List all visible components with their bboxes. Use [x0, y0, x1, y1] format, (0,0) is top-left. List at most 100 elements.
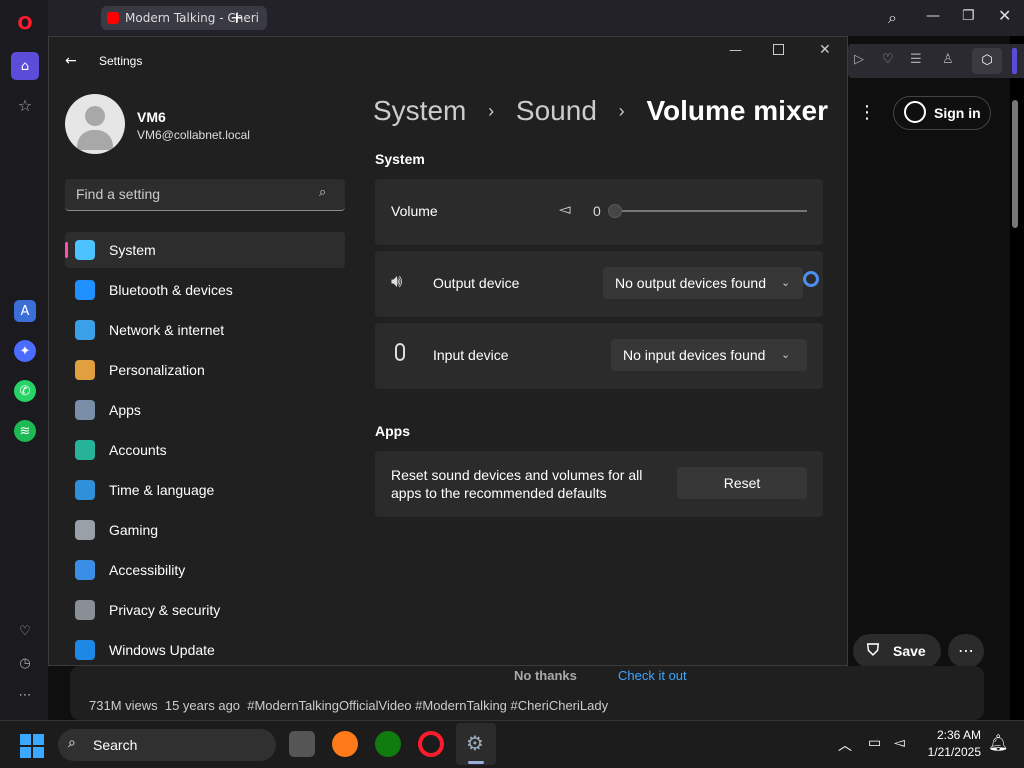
nav-item-personalization[interactable]: Personalization [65, 352, 345, 388]
nav-icon [75, 240, 95, 260]
settings-app-active[interactable]: ⚙ [456, 723, 496, 765]
check-it-out-link[interactable]: Check it out [618, 668, 687, 683]
reset-text-line-2: apps to the recommended defaults [391, 485, 607, 501]
settings-window: ← Settings — ✕ VM6 VM6@collabnet.local F… [48, 36, 848, 666]
output-device-dropdown[interactable]: No output devices found ⌄ [603, 267, 803, 299]
start-tile [20, 734, 31, 745]
nav-item-gaming[interactable]: Gaming [65, 512, 345, 548]
minimize-icon[interactable]: — [926, 8, 940, 24]
notification-bell-icon[interactable]: 🔔︎ [988, 733, 1008, 752]
start-icon[interactable] [20, 734, 44, 758]
nav-item-label: Accounts [109, 442, 167, 458]
close-icon[interactable]: ✕ [998, 6, 1011, 25]
nav-item-label: Bluetooth & devices [109, 282, 233, 298]
scrollbar-thumb[interactable] [1012, 100, 1018, 228]
breadcrumb-system[interactable]: System [373, 95, 466, 126]
home-icon[interactable]: ⌂ [11, 52, 39, 80]
heart-icon[interactable]: ♡ [882, 52, 894, 67]
input-device-value: No input devices found [623, 347, 766, 363]
nav-item-label: Accessibility [109, 562, 186, 578]
nav-icon [75, 360, 95, 380]
avatar [65, 94, 125, 154]
nav-item-system[interactable]: System [65, 232, 345, 268]
speaker-mute-icon[interactable]: ◅ [559, 200, 571, 218]
chevron-right-icon: › [618, 101, 625, 121]
start-tile [33, 734, 44, 745]
more-icon[interactable]: ⋯ [14, 684, 36, 706]
minimize-icon[interactable]: — [729, 43, 742, 58]
xbox-icon[interactable] [375, 731, 401, 757]
heart-icon[interactable]: ♡ [14, 620, 36, 642]
search-icon: ⌕ [68, 735, 76, 751]
nav-item-windows-update[interactable]: Windows Update [65, 632, 345, 668]
volume-muted-icon[interactable]: ◅ [894, 735, 905, 751]
search-icon: ⌕ [319, 185, 327, 200]
messenger-icon[interactable]: ✦ [14, 340, 36, 362]
search-input[interactable]: Find a setting ⌕ [65, 179, 345, 211]
taskbar-search-label: Search [93, 737, 138, 753]
settings-sliders-icon[interactable]: ☰ [910, 52, 922, 67]
nav-item-accessibility[interactable]: Accessibility [65, 552, 345, 588]
more-actions-icon[interactable]: ⋯ [948, 634, 984, 668]
busy-cursor-icon [803, 271, 819, 287]
nav-icon [75, 520, 95, 540]
no-thanks-button[interactable]: No thanks [514, 668, 577, 683]
back-arrow-icon[interactable]: ← [65, 53, 77, 69]
clock-date[interactable]: 1/21/2025 [920, 745, 981, 759]
nav-item-label: Apps [109, 402, 141, 418]
input-device-dropdown[interactable]: No input devices found ⌄ [611, 339, 807, 371]
nav-item-network-internet[interactable]: Network & internet [65, 312, 345, 348]
task-view-icon[interactable] [289, 731, 315, 757]
play-icon[interactable]: ▷ [854, 52, 864, 67]
opera-logo-icon[interactable]: O [14, 12, 36, 34]
clock-time[interactable]: 2:36 AM [926, 728, 981, 742]
nav-icon [75, 560, 95, 580]
profile-icon[interactable]: ♙ [942, 52, 954, 67]
input-device-label: Input device [433, 347, 509, 363]
reset-button[interactable]: Reset [677, 467, 807, 499]
volume-slider-track[interactable] [615, 210, 807, 212]
star-icon[interactable]: ☆ [14, 94, 36, 116]
sidebar-indicator [1012, 48, 1017, 74]
nav-item-apps[interactable]: Apps [65, 392, 345, 428]
opera-icon[interactable] [418, 731, 444, 757]
nav-item-privacy-security[interactable]: Privacy & security [65, 592, 345, 628]
extensions-icon[interactable]: ⬡ [972, 48, 1002, 74]
whatsapp-icon[interactable]: ✆ [14, 380, 36, 402]
maximize-icon[interactable] [773, 44, 784, 55]
new-tab-icon[interactable]: + [230, 8, 243, 27]
search-icon[interactable]: ⌕ [888, 8, 897, 28]
nav-item-label: Personalization [109, 362, 205, 378]
gear-icon: ⚙ [466, 731, 484, 755]
selection-indicator [65, 242, 68, 258]
account-icon [904, 101, 926, 123]
chevron-right-icon: › [488, 101, 495, 121]
chevron-up-icon[interactable]: ︿ [838, 735, 852, 755]
reset-text-line-1: Reset sound devices and volumes for all [391, 467, 643, 483]
history-icon[interactable]: ◷ [14, 652, 36, 674]
section-system: System [375, 151, 425, 167]
nav-item-label: Privacy & security [109, 602, 221, 618]
restore-icon[interactable]: ❐ [962, 8, 975, 24]
breadcrumb-sound[interactable]: Sound [516, 95, 597, 126]
user-name: VM6 [137, 109, 166, 125]
nav-item-label: System [109, 242, 156, 258]
taskbar-search[interactable]: ⌕ Search [58, 729, 276, 761]
save-button[interactable]: ⛉ Save [853, 634, 941, 668]
sign-in-button[interactable]: Sign in [893, 96, 991, 130]
network-icon[interactable]: ▭ [868, 735, 881, 751]
spotify-icon[interactable]: ≋ [14, 420, 36, 442]
kebab-menu-icon[interactable]: ⋮ [858, 102, 876, 123]
nav-item-label: Gaming [109, 522, 159, 538]
avatar-head [85, 106, 105, 126]
aria-icon[interactable]: A [14, 300, 36, 322]
speaker-icon: 🔊︎ [391, 271, 403, 292]
close-icon[interactable]: ✕ [819, 42, 831, 58]
nav-item-accounts[interactable]: Accounts [65, 432, 345, 468]
nav-item-time-language[interactable]: Time & language [65, 472, 345, 508]
sign-in-label: Sign in [934, 105, 981, 121]
volume-slider-thumb[interactable] [608, 204, 622, 218]
nav-item-bluetooth-devices[interactable]: Bluetooth & devices [65, 272, 345, 308]
firefox-icon[interactable] [332, 731, 358, 757]
start-tile [33, 747, 44, 758]
